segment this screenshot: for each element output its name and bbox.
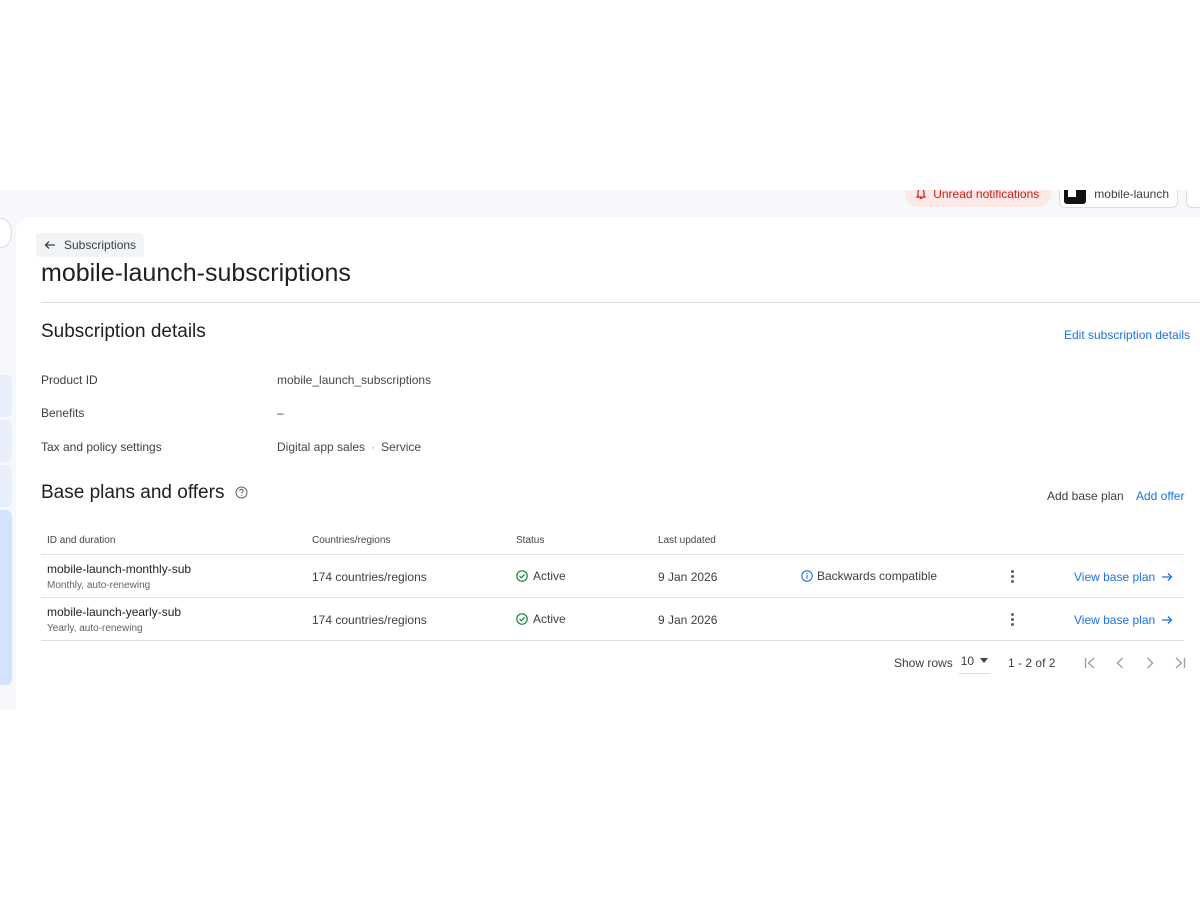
next-page-icon[interactable] [1139, 652, 1161, 674]
title-divider [41, 302, 1200, 303]
product-id-label: Product ID [41, 373, 98, 387]
plan-duration: Yearly, auto-renewing [47, 623, 143, 634]
plan-last-updated: 9 Jan 2026 [658, 570, 718, 584]
rows-per-page-select[interactable]: 10 [958, 652, 991, 674]
previous-page-icon[interactable] [1109, 652, 1131, 674]
page-range: 1 - 2 of 2 [1008, 656, 1056, 670]
base-plans-title: Base plans and offers [41, 482, 248, 504]
nav-item-active[interactable] [0, 510, 12, 685]
notifications-label: Unread notifications [933, 190, 1040, 201]
check-circle-icon [516, 570, 528, 582]
bell-icon [916, 190, 927, 199]
pagination: Show rows 10 1 - 2 of 2 [894, 651, 1191, 675]
plan-status: Active [516, 569, 566, 583]
plan-countries: 174 countries/regions [312, 613, 427, 627]
nav-item[interactable] [0, 375, 12, 417]
app-frame: Unread notifications mobile-launch Subsc… [0, 190, 1200, 710]
app-logo [1064, 190, 1087, 204]
status-label: Active [533, 612, 566, 626]
back-label: Subscriptions [64, 238, 137, 252]
plan-last-updated: 9 Jan 2026 [658, 613, 718, 627]
nav-toggle[interactable] [0, 218, 12, 248]
tax-policy-value: Digital app sales · Service [277, 440, 421, 454]
tax-category: Digital app sales [277, 440, 366, 454]
base-plans-title-text: Base plans and offers [41, 482, 225, 503]
column-header-status: Status [516, 535, 545, 546]
dot-separator: · [371, 440, 376, 454]
back-to-subscriptions-link[interactable]: Subscriptions [36, 233, 145, 257]
backwards-compatible-label: Backwards compatible [817, 569, 938, 583]
table-header: ID and duration Countries/regions Status… [41, 529, 1184, 555]
view-base-plan-label: View base plan [1074, 613, 1156, 627]
arrow-right-icon [1162, 616, 1173, 624]
last-page-icon[interactable] [1169, 652, 1191, 674]
table-row[interactable]: mobile-launch-monthly-sub Monthly, auto-… [41, 555, 1184, 598]
plan-id: mobile-launch-yearly-sub [47, 605, 182, 619]
help-icon[interactable] [235, 486, 248, 499]
nav-item[interactable] [0, 420, 12, 462]
plan-status: Active [516, 612, 566, 626]
account-chip[interactable] [1186, 190, 1200, 208]
plan-duration: Monthly, auto-renewing [47, 580, 151, 591]
check-circle-icon [516, 613, 528, 625]
main-content: Subscriptions mobile-launch-subscription… [16, 217, 1200, 710]
left-nav-rail [0, 190, 14, 710]
plan-id: mobile-launch-monthly-sub [47, 562, 192, 576]
tax-policy-label: Tax and policy settings [41, 440, 162, 454]
tax-type: Service [381, 440, 422, 454]
top-bar: Unread notifications mobile-launch [905, 190, 1200, 208]
page-title: mobile-launch-subscriptions [41, 259, 351, 287]
table-row[interactable]: mobile-launch-yearly-sub Yearly, auto-re… [41, 598, 1184, 641]
status-label: Active [533, 569, 566, 583]
subscription-details-title: Subscription details [41, 321, 206, 342]
arrow-left-icon [44, 241, 55, 249]
rows-per-page-value: 10 [960, 653, 975, 668]
info-icon [801, 570, 813, 582]
edit-subscription-details-button[interactable]: Edit subscription details [1064, 328, 1190, 342]
notifications-button[interactable]: Unread notifications [905, 190, 1052, 207]
chevron-down-icon [980, 658, 989, 663]
app-name: mobile-launch [1094, 190, 1169, 201]
add-base-plan-button[interactable]: Add base plan [1047, 489, 1124, 503]
column-header-countries: Countries/regions [312, 535, 391, 546]
plan-countries: 174 countries/regions [312, 570, 427, 584]
add-offer-button[interactable]: Add offer [1136, 489, 1184, 503]
backwards-compatible-badge: Backwards compatible [801, 569, 937, 583]
view-base-plan-link[interactable]: View base plan [1074, 613, 1173, 627]
base-plans-table: ID and duration Countries/regions Status… [41, 529, 1184, 641]
app-switcher[interactable]: mobile-launch [1059, 190, 1178, 208]
column-header-id: ID and duration [47, 535, 116, 546]
first-page-icon[interactable] [1079, 652, 1101, 674]
show-rows-label: Show rows [894, 656, 953, 670]
arrow-right-icon [1162, 573, 1173, 581]
benefits-value: – [277, 406, 284, 420]
view-base-plan-link[interactable]: View base plan [1074, 570, 1173, 584]
benefits-label: Benefits [41, 406, 85, 420]
column-header-last-updated: Last updated [658, 535, 716, 546]
product-id-value: mobile_launch_subscriptions [277, 373, 432, 387]
nav-item[interactable] [0, 465, 12, 507]
more-options-icon[interactable] [1007, 612, 1017, 628]
view-base-plan-label: View base plan [1074, 570, 1156, 584]
more-options-icon[interactable] [1007, 569, 1017, 585]
